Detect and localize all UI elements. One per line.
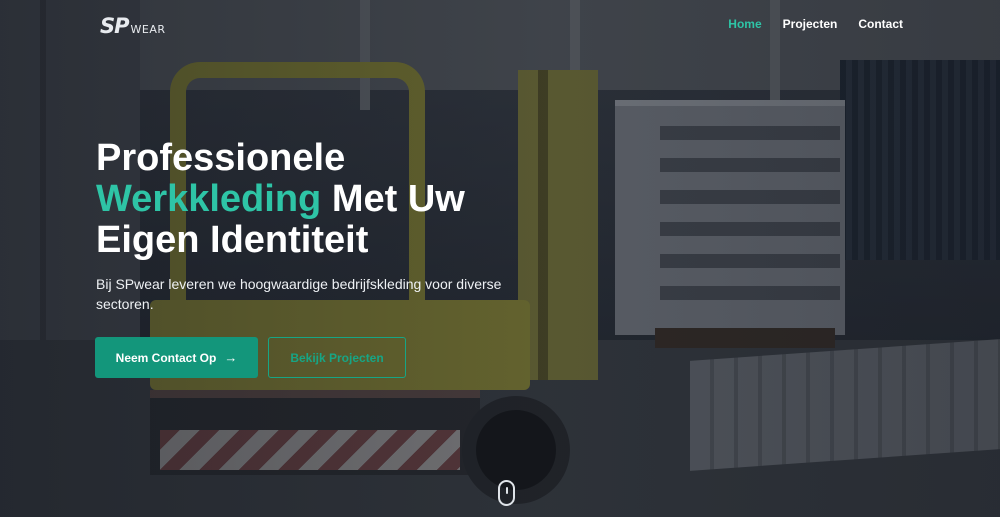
headline-line3: Eigen Identiteit [96, 219, 369, 261]
hero-section: SP WEAR Home Projecten Contact Professio… [0, 0, 1000, 517]
logo-primary-text: SP [100, 14, 129, 38]
nav-item-contact[interactable]: Contact [858, 17, 903, 31]
arrow-right-icon: → [224, 350, 238, 365]
main-nav: Home Projecten Contact [728, 17, 903, 31]
logo-secondary-text: WEAR [130, 23, 166, 36]
hero-headline: Professionele Werkkleding Met Uw Eigen I… [96, 138, 616, 261]
hero-subtext: Bij SPwear leveren we hoogwaardige bedri… [96, 276, 502, 312]
brand-logo[interactable]: SP WEAR [100, 14, 166, 38]
mouse-scroll-icon[interactable] [498, 480, 515, 506]
headline-line1: Professionele [96, 137, 346, 179]
headline-line2-rest: Met Uw [321, 178, 465, 220]
nav-item-home[interactable]: Home [728, 17, 761, 31]
headline-accent: Werkkleding [96, 178, 322, 220]
contact-button-label: Neem Contact Op [115, 350, 217, 365]
nav-item-projecten[interactable]: Projecten [783, 17, 838, 31]
contact-button[interactable]: Neem Contact Op → [95, 337, 258, 378]
view-projects-button-label: Bekijk Projecten [290, 350, 384, 365]
view-projects-button[interactable]: Bekijk Projecten [268, 337, 406, 378]
